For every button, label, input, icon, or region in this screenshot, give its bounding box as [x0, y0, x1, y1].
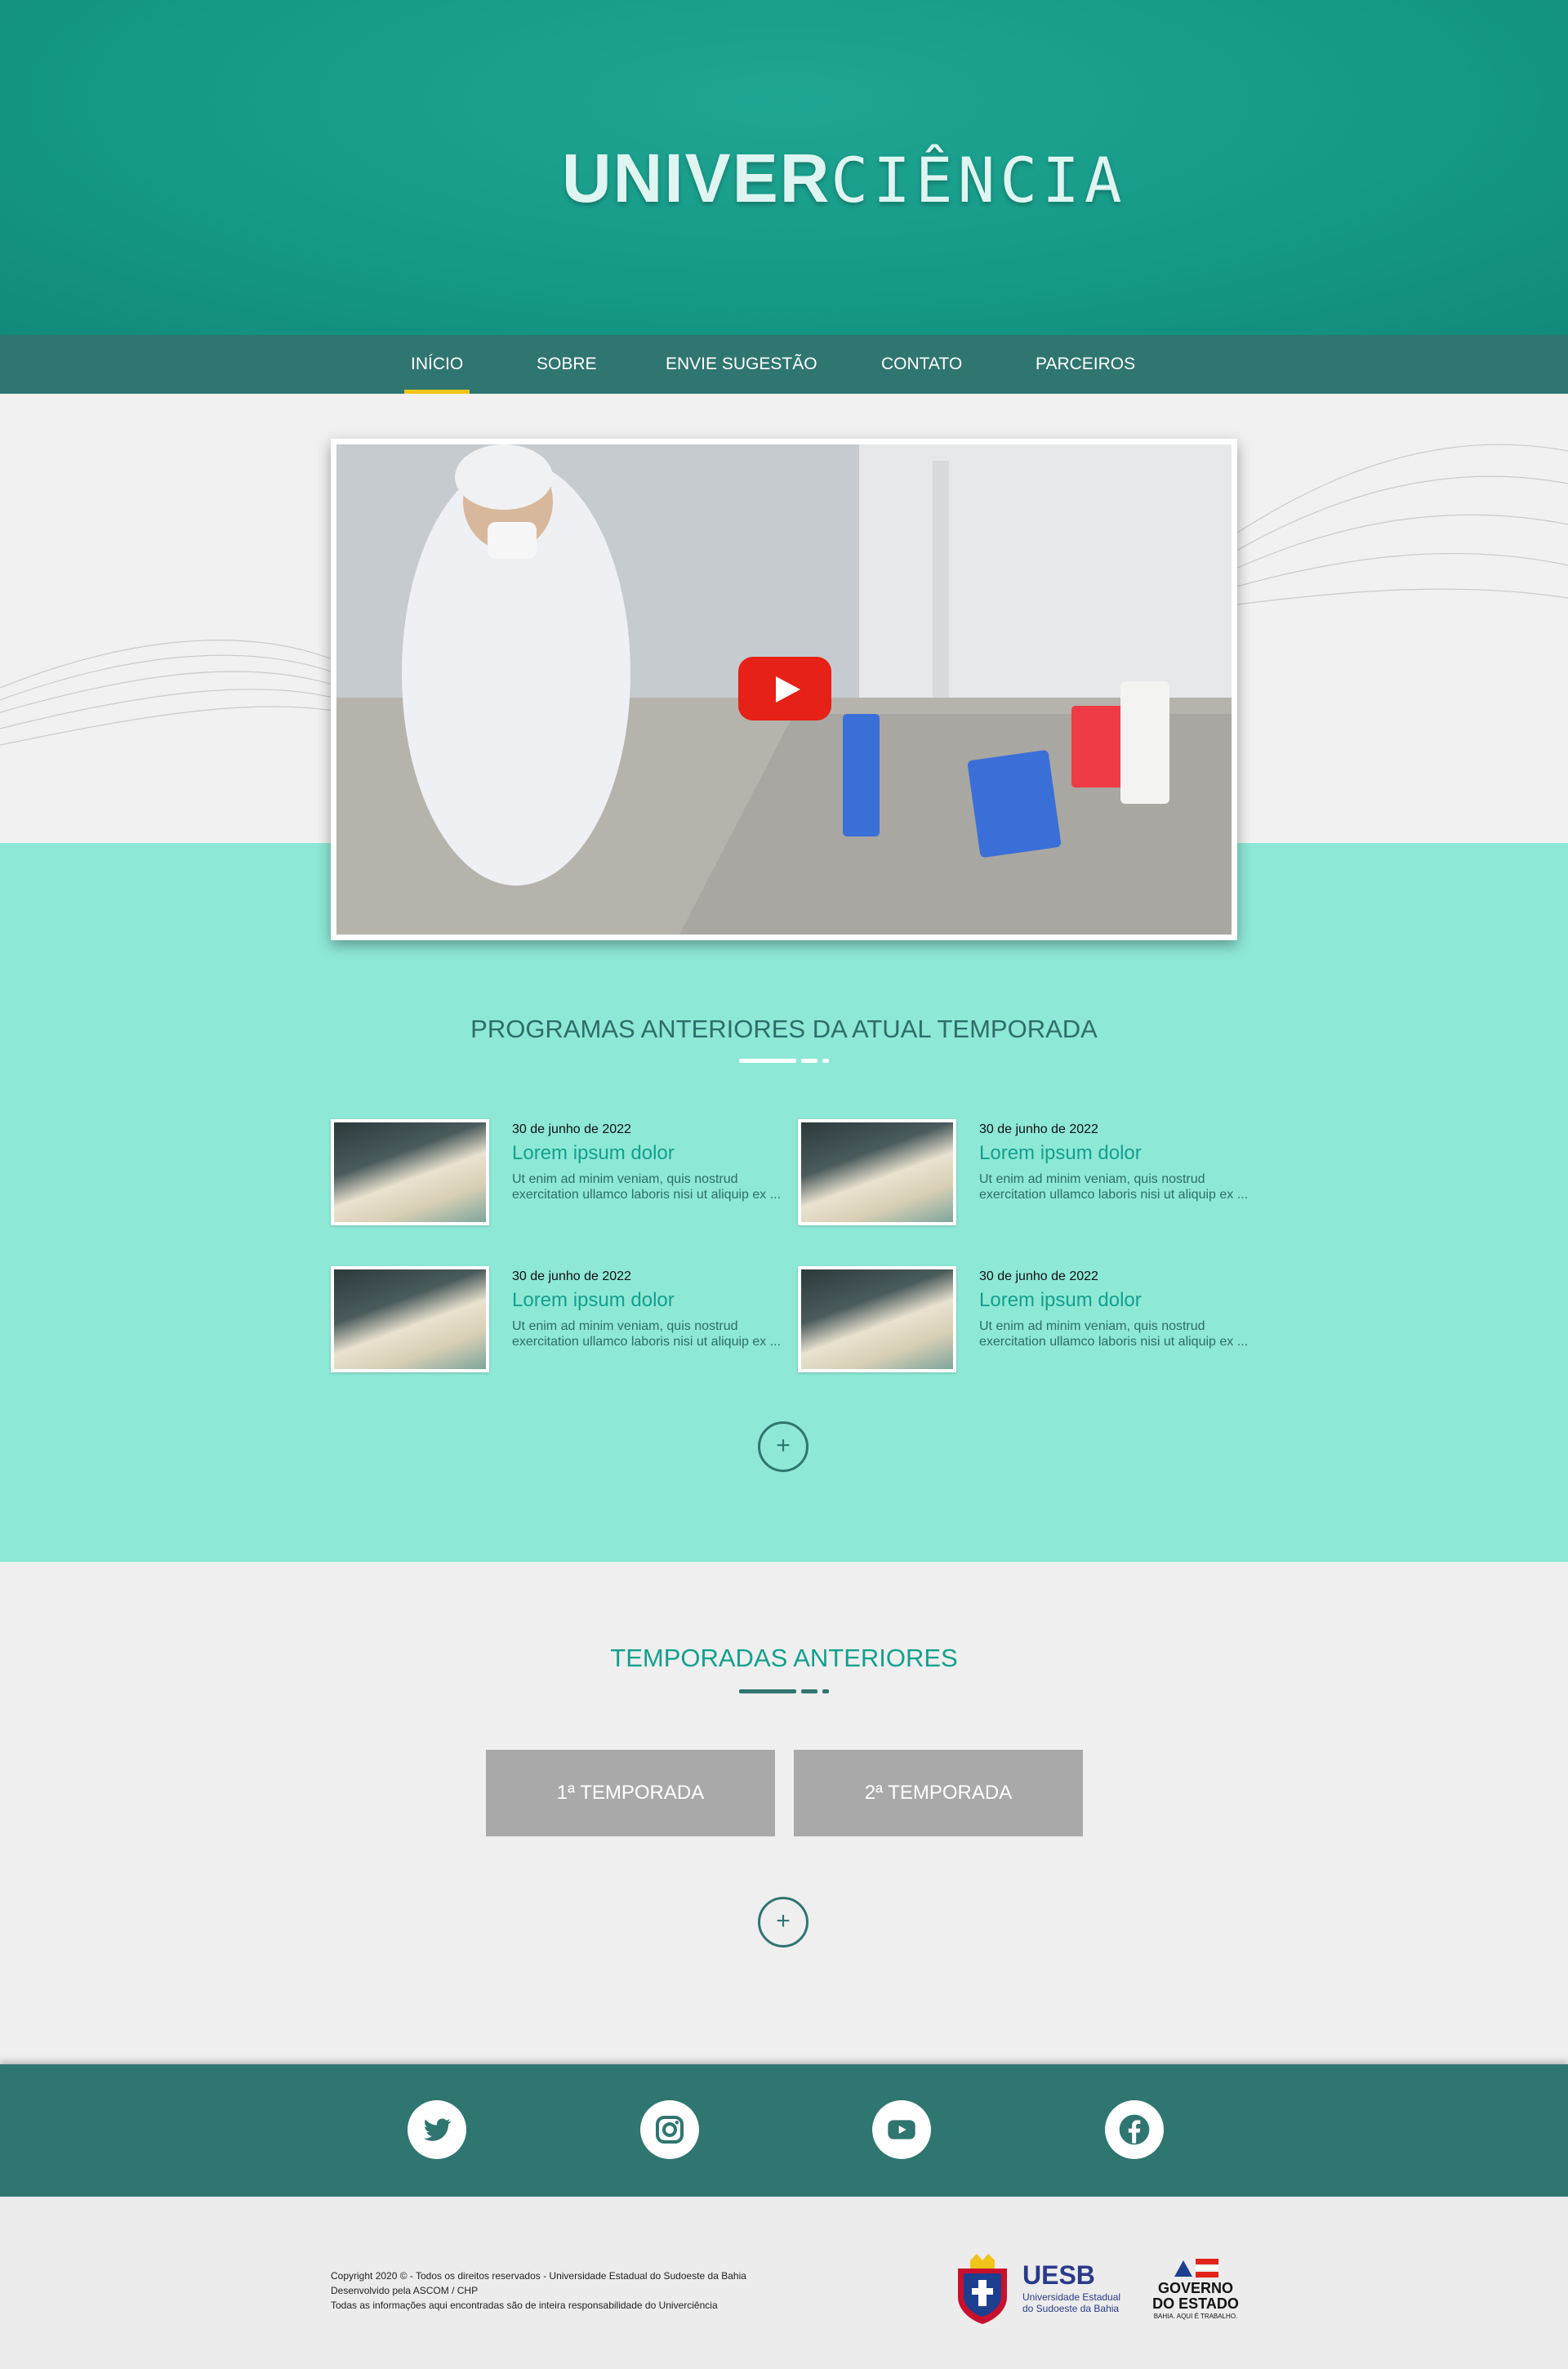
nav-item-inicio[interactable]: INÍCIO [403, 335, 470, 394]
uesb-crest-icon [958, 2254, 1007, 2324]
video-player[interactable] [331, 439, 1237, 940]
governo-line2: DO ESTADO [1152, 2295, 1239, 2312]
youtube-icon[interactable] [872, 2100, 931, 2159]
program-date: 30 de junho de 2022 [512, 1269, 631, 1283]
programs-title: PROGRAMAS ANTERIORES DA ATUAL TEMPORADA [470, 1015, 1098, 1043]
site-footer: Copyright 2020 © - Todos os direitos res… [0, 2197, 1568, 2369]
program-excerpt: Ut enim ad minim veniam, quis nostrud ex… [979, 1319, 1249, 1349]
program-date: 30 de junho de 2022 [512, 1122, 631, 1136]
play-icon[interactable] [738, 657, 831, 721]
season-1-button[interactable]: 1ª TEMPORADA [486, 1750, 775, 1836]
logo-light-text: CIÊNCIA [831, 144, 1127, 216]
program-date: 30 de junho de 2022 [979, 1269, 1098, 1283]
program-title[interactable]: Lorem ipsum dolor [512, 1289, 675, 1312]
program-excerpt: Ut enim ad minim veniam, quis nostrud ex… [512, 1319, 782, 1349]
load-more-programs-button[interactable]: + [758, 1421, 808, 1472]
twitter-icon[interactable] [408, 2100, 466, 2159]
seasons-title: TEMPORADAS ANTERIORES [610, 1644, 958, 1672]
governo-line1: GOVERNO [1157, 2280, 1233, 2296]
logo-bold-text: UNIVER [562, 140, 831, 216]
footer-developer: Desenvolvido pela ASCOM / CHP [331, 2285, 479, 2296]
program-title[interactable]: Lorem ipsum dolor [512, 1142, 675, 1165]
site-logo[interactable]: UNIVERCIÊNCIA [562, 139, 1122, 221]
uesb-name-line2: do Sudoeste da Bahia [1022, 2303, 1120, 2314]
main-nav: INÍCIO SOBRE ENVIE SUGESTÃO CONTATO PARC… [0, 335, 1568, 394]
facebook-icon[interactable] [1105, 2100, 1164, 2159]
program-thumbnail[interactable] [798, 1266, 956, 1372]
load-more-seasons-button[interactable]: + [758, 1897, 808, 1947]
program-title[interactable]: Lorem ipsum dolor [979, 1289, 1142, 1312]
program-date: 30 de junho de 2022 [979, 1122, 1098, 1136]
footer-copyright: Copyright 2020 © - Todos os direitos res… [331, 2270, 746, 2282]
program-thumbnail[interactable] [331, 1119, 489, 1225]
program-card[interactable]: 30 de junho de 2022 Lorem ipsum dolor Ut… [331, 1266, 788, 1372]
video-thumbnail [336, 444, 1232, 935]
program-card[interactable]: 30 de junho de 2022 Lorem ipsum dolor Ut… [798, 1266, 1255, 1372]
footer-disclaimer: Todas as informações aqui encontradas sã… [331, 2300, 718, 2311]
governo-bahia-logo[interactable]: GOVERNO DO ESTADO BAHIA. AQUI É TRABALHO… [1150, 2257, 1241, 2322]
nav-item-envie-sugestao[interactable]: ENVIE SUGESTÃO [666, 335, 817, 394]
program-card[interactable]: 30 de junho de 2022 Lorem ipsum dolor Ut… [331, 1119, 788, 1225]
program-card[interactable]: 30 de junho de 2022 Lorem ipsum dolor Ut… [798, 1119, 1255, 1225]
nav-item-parceiros[interactable]: PARCEIROS [1036, 335, 1135, 394]
governo-flag-icon [1174, 2259, 1218, 2278]
program-thumbnail[interactable] [798, 1119, 956, 1225]
program-excerpt: Ut enim ad minim veniam, quis nostrud ex… [979, 1172, 1249, 1202]
program-thumbnail[interactable] [331, 1266, 489, 1372]
nav-item-contato[interactable]: CONTATO [881, 335, 962, 394]
program-excerpt: Ut enim ad minim veniam, quis nostrud ex… [512, 1172, 782, 1202]
site-header: UNIVERCIÊNCIA [0, 0, 1568, 335]
uesb-name-line1: Universidade Estadual [1022, 2291, 1121, 2303]
instagram-icon[interactable] [640, 2100, 699, 2159]
program-title[interactable]: Lorem ipsum dolor [979, 1142, 1142, 1165]
governo-tagline: BAHIA. AQUI É TRABALHO. [1153, 2313, 1238, 2320]
uesb-abbr: UESB [1022, 2260, 1095, 2290]
uesb-logo[interactable]: UESB Universidade Estadual do Sudoeste d… [954, 2252, 1129, 2326]
social-bar [0, 2064, 1568, 2197]
season-2-button[interactable]: 2ª TEMPORADA [794, 1750, 1083, 1836]
programs-section: PROGRAMAS ANTERIORES DA ATUAL TEMPORADA … [0, 843, 1568, 1562]
seasons-section: TEMPORADAS ANTERIORES 1ª TEMPORADA 2ª TE… [0, 1562, 1568, 2064]
nav-item-sobre[interactable]: SOBRE [537, 335, 597, 394]
